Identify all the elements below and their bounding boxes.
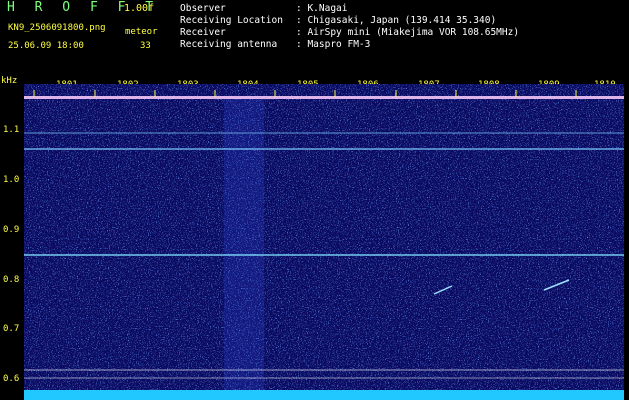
info-antenna-value: : Maspro FM-3 [296, 39, 371, 50]
info-receiver-value: : AirSpy mini (Miakejima VOR 108.65MHz) [296, 27, 520, 38]
info-location-value: : Chigasaki, Japan (139.414 35.340) [296, 15, 497, 26]
info-observer-label: Observer [180, 3, 226, 14]
carrier-line-top [24, 96, 624, 99]
time-band [224, 98, 264, 400]
info-antenna-label: Receiving antenna [180, 39, 278, 50]
version-label: 1.00f [124, 3, 155, 14]
info-receiver-label: Receiver [180, 27, 226, 38]
freq-tick-label: 0.8 [3, 275, 20, 285]
filename-label: KN9_2506091800.png [8, 23, 106, 33]
freq-tick-label: 1.1 [3, 125, 20, 135]
spectrogram-noise [24, 84, 624, 400]
freq-tick-label: 1.0 [3, 175, 20, 185]
header-panel: H R O F F T 1.00f KN9_2506091800.png met… [0, 0, 629, 76]
freq-tick-label: 0.6 [3, 374, 20, 384]
freq-tick-label: 0.7 [3, 324, 20, 334]
meteor-count: 33 [140, 41, 151, 51]
bottom-level-bar [24, 390, 624, 400]
freq-tick-label: 0.9 [3, 225, 20, 235]
datetime-label: 25.06.09 18:00 [8, 41, 84, 51]
spectrogram-plot [24, 84, 624, 400]
info-location-label: Receiving Location [180, 15, 283, 26]
unit-label: kHz [1, 76, 18, 86]
meteor-label: meteor [125, 27, 158, 37]
info-observer-value: : K.Nagai [296, 3, 348, 14]
